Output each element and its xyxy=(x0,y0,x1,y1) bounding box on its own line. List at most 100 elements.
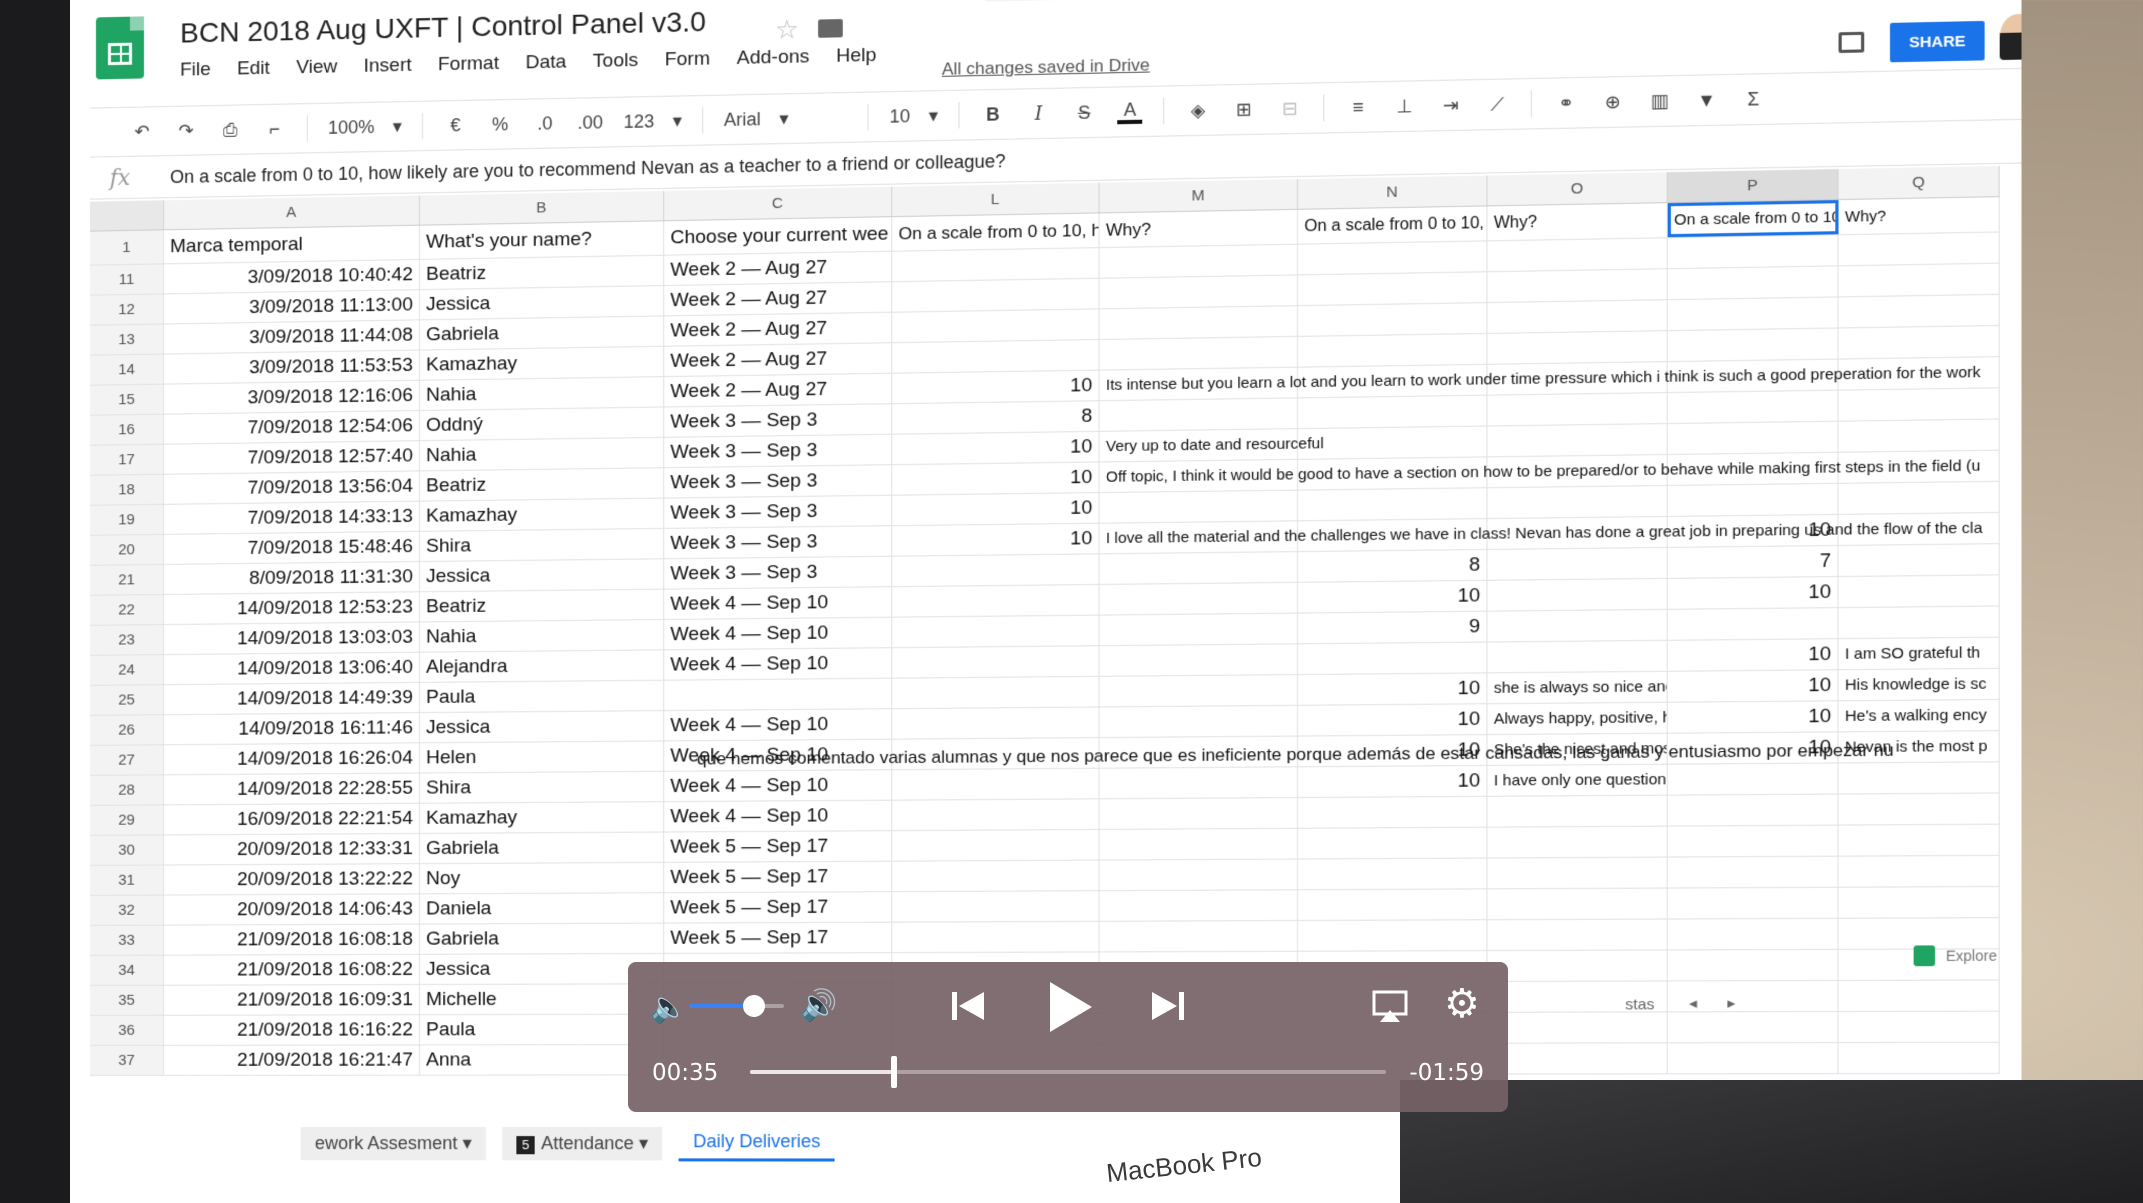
table-cell[interactable]: Week 4 — Sep 10 xyxy=(664,801,892,832)
table-cell[interactable]: 10 xyxy=(1668,670,1839,701)
table-cell[interactable] xyxy=(1839,388,2000,420)
table-cell[interactable] xyxy=(1668,329,1839,362)
sheets-logo[interactable] xyxy=(96,16,144,79)
row-number[interactable]: 12 xyxy=(90,294,164,324)
table-cell[interactable] xyxy=(1298,334,1487,367)
table-cell[interactable]: 14/09/2018 12:53:23 xyxy=(164,592,420,624)
table-cell[interactable] xyxy=(1487,300,1667,333)
table-cell[interactable] xyxy=(1487,950,1667,980)
play-icon[interactable] xyxy=(1042,978,1096,1036)
table-cell[interactable] xyxy=(1298,828,1487,859)
table-cell[interactable]: 10 xyxy=(892,524,1099,556)
table-cell[interactable]: 14/09/2018 16:26:04 xyxy=(164,743,420,774)
table-cell[interactable] xyxy=(1298,272,1487,305)
table-cell[interactable] xyxy=(1839,825,2000,856)
table-cell[interactable] xyxy=(1298,797,1487,828)
table-cell[interactable] xyxy=(1668,763,1839,794)
column-header-p[interactable]: P xyxy=(1668,169,1839,202)
header-cell[interactable]: On a scale from 0 to 10, h xyxy=(892,213,1099,250)
table-cell[interactable] xyxy=(1839,762,2000,793)
table-cell[interactable] xyxy=(1100,614,1298,646)
table-cell[interactable] xyxy=(1839,232,2000,265)
menu-insert[interactable]: Insert xyxy=(364,55,412,78)
table-cell[interactable]: 20/09/2018 12:33:31 xyxy=(164,834,420,865)
table-cell[interactable]: Week 2 — Aug 27 xyxy=(664,343,892,376)
table-cell[interactable] xyxy=(1298,488,1487,520)
table-cell[interactable] xyxy=(1100,829,1298,860)
table-cell[interactable] xyxy=(1668,484,1839,516)
paint-format-icon[interactable]: ⌐ xyxy=(262,118,286,140)
table-cell[interactable]: 3/09/2018 11:53:53 xyxy=(164,351,420,384)
table-cell[interactable] xyxy=(892,646,1099,677)
table-cell[interactable]: He's a walking ency xyxy=(1839,700,2000,731)
table-cell[interactable]: I love all the material and the challeng… xyxy=(1100,521,1298,553)
table-cell[interactable] xyxy=(1100,583,1298,615)
menu-help[interactable]: Help xyxy=(836,45,876,68)
increase-decimals-button[interactable]: .00 xyxy=(578,112,604,134)
row-number[interactable]: 32 xyxy=(90,896,164,925)
vertical-align-icon[interactable]: ⊥ xyxy=(1392,95,1417,117)
table-cell[interactable] xyxy=(1839,575,2000,607)
table-cell[interactable] xyxy=(1487,858,1667,889)
table-cell[interactable]: Beatriz xyxy=(420,468,664,500)
filter-icon[interactable]: ▼ xyxy=(1694,89,1720,111)
explore-button[interactable]: Explore xyxy=(1914,945,1997,966)
table-cell[interactable] xyxy=(1298,241,1487,274)
table-cell[interactable]: Daniela xyxy=(420,893,664,923)
table-cell[interactable]: 8/09/2018 11:31:30 xyxy=(164,562,420,594)
table-cell[interactable]: Week 2 — Aug 27 xyxy=(664,252,892,285)
header-cell[interactable]: Why? xyxy=(1839,197,2000,234)
table-cell[interactable]: 14/09/2018 22:28:55 xyxy=(164,774,420,805)
row-number[interactable]: 17 xyxy=(90,445,164,475)
table-cell[interactable]: Week 5 — Sep 17 xyxy=(664,923,892,953)
table-cell[interactable]: Alejandra xyxy=(420,650,664,682)
table-cell[interactable]: 14/09/2018 13:03:03 xyxy=(164,622,420,654)
table-cell[interactable] xyxy=(1839,856,2000,887)
print-icon[interactable]: ⎙ xyxy=(218,119,242,141)
table-cell[interactable]: Kamazhay xyxy=(420,499,664,531)
menu-data[interactable]: Data xyxy=(525,51,566,74)
align-left-icon[interactable]: ≡ xyxy=(1346,96,1371,118)
table-cell[interactable] xyxy=(892,677,1099,708)
table-cell[interactable]: Week 4 — Sep 10 xyxy=(664,648,892,680)
table-cell[interactable] xyxy=(1100,644,1298,675)
row-number[interactable]: 27 xyxy=(90,745,164,775)
table-cell[interactable] xyxy=(1298,303,1487,336)
menu-view[interactable]: View xyxy=(296,56,337,79)
table-cell[interactable] xyxy=(892,616,1099,648)
font-select[interactable]: Arial ▾ xyxy=(724,107,847,131)
table-cell[interactable] xyxy=(1487,269,1667,302)
table-cell[interactable] xyxy=(1298,643,1487,675)
table-cell[interactable]: 10 xyxy=(1298,704,1487,735)
header-cell[interactable]: On a scale from 0 to 10, h xyxy=(1298,206,1487,243)
table-cell[interactable]: Gabriela xyxy=(420,316,664,349)
table-cell[interactable] xyxy=(1668,950,1839,981)
menu-form[interactable]: Form xyxy=(665,48,710,71)
table-cell[interactable]: 21/09/2018 16:09:31 xyxy=(164,985,420,1015)
zoom-select[interactable]: 100% ▾ xyxy=(328,116,402,139)
menu-addons[interactable]: Add-ons xyxy=(737,46,810,70)
table-cell[interactable]: 7/09/2018 12:57:40 xyxy=(164,441,420,474)
table-cell[interactable] xyxy=(1100,921,1298,951)
table-cell[interactable]: Beatriz xyxy=(420,256,664,289)
font-size-select[interactable]: 10 ▾ xyxy=(889,105,938,127)
table-cell[interactable] xyxy=(1487,393,1667,425)
table-cell[interactable] xyxy=(892,830,1099,861)
table-cell[interactable] xyxy=(1487,920,1667,951)
number-format-select[interactable]: 123 ▾ xyxy=(623,110,681,132)
table-cell[interactable]: Beatriz xyxy=(420,590,664,622)
currency-button[interactable]: € xyxy=(443,114,467,136)
table-cell[interactable]: Helen xyxy=(420,741,664,772)
table-cell[interactable] xyxy=(1487,1012,1667,1042)
table-cell[interactable]: Nahia xyxy=(420,377,664,410)
row-number[interactable]: 18 xyxy=(90,475,164,505)
table-cell[interactable] xyxy=(1487,548,1667,580)
table-cell[interactable]: Week 3 — Sep 3 xyxy=(664,496,892,528)
row-number[interactable]: 30 xyxy=(90,835,164,864)
header-cell[interactable]: Choose your current wee xyxy=(664,217,892,255)
star-icon[interactable]: ☆ xyxy=(775,14,799,46)
row-number[interactable]: 23 xyxy=(90,625,164,655)
table-cell[interactable] xyxy=(1487,641,1667,673)
table-cell[interactable] xyxy=(1668,608,1839,640)
table-cell[interactable]: 7 xyxy=(1668,546,1839,578)
